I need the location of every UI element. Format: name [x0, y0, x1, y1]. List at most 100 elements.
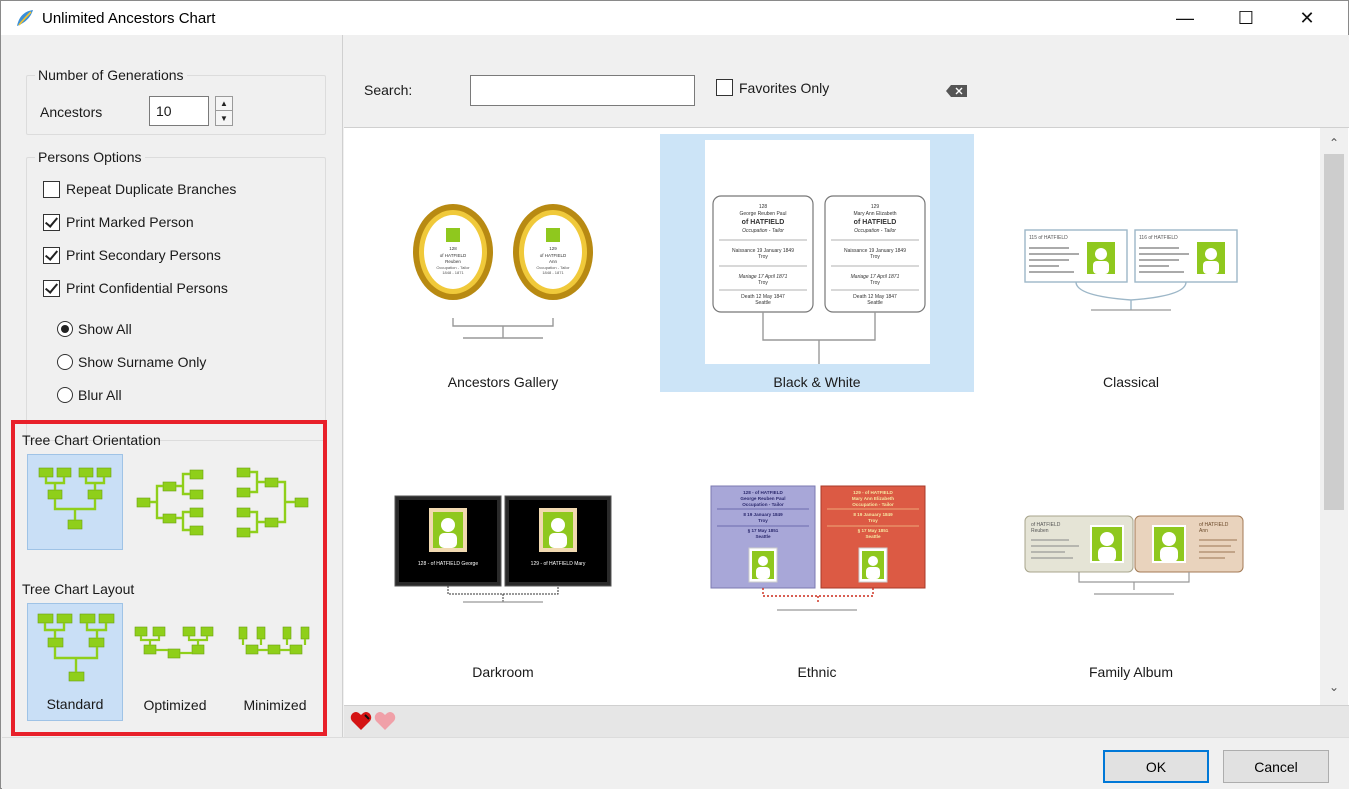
checkbox-box[interactable] [716, 79, 733, 96]
bw-left-line2: George Reuben Paul [740, 211, 787, 217]
bw-right-line8: Troy [870, 280, 880, 286]
standard-layout-icon [37, 613, 115, 682]
darkroom-right-caption: 129 - of HATFIELD Mary [531, 561, 586, 567]
ethnic-right-line5: Troy [868, 518, 878, 523]
radio-dot[interactable] [57, 354, 73, 370]
style-name: Classical [1102, 374, 1159, 390]
ethnic-left-line7: Seattle [755, 534, 771, 539]
ethnic-right-line2: Mary Ann Elizabeth [852, 496, 894, 501]
family-album-thumbnail: of HATFIELD Reuben of HATFIELD Ann [1024, 515, 1244, 595]
radio-dot[interactable] [57, 321, 73, 337]
style-tile-classical[interactable]: 115 of HATFIELD 116 of HATFIELD Classica… [974, 134, 1288, 392]
layout-title: Tree Chart Layout [22, 581, 135, 597]
minimize-button[interactable]: — [1162, 1, 1208, 35]
checkbox-label: Print Marked Person [66, 214, 194, 230]
classical-right-header: 116 of HATFIELD [1139, 235, 1178, 241]
checkbox-repeat-duplicate-branches[interactable]: Repeat Duplicate Branches [43, 178, 236, 200]
cancel-button[interactable]: Cancel [1223, 750, 1329, 783]
gallery-right-dates: 1848 - 1871 [542, 270, 564, 275]
clear-search-icon[interactable] [946, 85, 968, 97]
checkbox-print-secondary-persons[interactable]: Print Secondary Persons [43, 244, 221, 266]
ethnic-right-line3: Occupation - Tailor [852, 502, 894, 507]
close-button[interactable]: ✕ [1284, 1, 1330, 35]
checkbox-print-confidential-persons[interactable]: Print Confidential Persons [43, 277, 228, 299]
gallery-left-dates: 1848 - 1871 [442, 270, 464, 275]
checkbox-box[interactable] [43, 180, 60, 198]
radio-blur-all[interactable]: Blur All [57, 384, 122, 406]
checkbox-box[interactable] [43, 213, 60, 231]
persons-options-legend: Persons Options [35, 149, 145, 165]
gallery-right-given: Ann [549, 259, 558, 264]
layout-minimized[interactable]: Minimized [227, 603, 323, 721]
spin-down-icon[interactable]: ▼ [216, 111, 232, 125]
layout-standard-label: Standard [46, 696, 104, 712]
search-input[interactable] [470, 75, 695, 106]
orientation-horizontal-both[interactable] [127, 454, 223, 550]
bw-left-line10: Seattle [755, 300, 771, 306]
generations-legend: Number of Generations [35, 67, 187, 83]
style-tile-ancestors-gallery[interactable]: 128 of HATFIELD Reuben Occupation - Tail… [346, 134, 660, 392]
checkbox-print-marked-person[interactable]: Print Marked Person [43, 211, 194, 233]
spin-up-icon[interactable]: ▲ [216, 97, 232, 111]
gallery-scrollbar[interactable]: ⌃ ⌄ [1320, 128, 1348, 705]
checkbox-box[interactable] [43, 246, 60, 264]
ethnic-left-line6: § 17 May 1851 [748, 528, 779, 533]
search-label: Search: [364, 82, 413, 98]
style-tile-darkroom[interactable]: 128 - of HATFIELD George 129 - of HATFIE… [346, 424, 660, 682]
scroll-down-icon[interactable]: ⌄ [1320, 676, 1348, 698]
darkroom-left-caption: 128 - of HATFIELD George [418, 561, 478, 567]
ethnic-left-line3: Occupation - Tailor [742, 502, 784, 507]
style-tile-black-white[interactable]: 128 George Reuben Paul of HATFIELD Occup… [660, 134, 974, 392]
layout-minimized-label: Minimized [243, 697, 307, 713]
orientation-top-down[interactable] [27, 454, 123, 550]
radio-show-surname-only[interactable]: Show Surname Only [57, 351, 206, 373]
checkbox-box[interactable] [43, 279, 60, 297]
maximize-button[interactable]: ☐ [1223, 1, 1269, 35]
style-tile-ethnic[interactable]: 128 - of HATFIELD George Reuben Paul Occ… [660, 424, 974, 682]
album-left-given: Reuben [1031, 528, 1049, 534]
bw-left-line3: of HATFIELD [742, 219, 785, 226]
bw-right-line1: 129 [871, 204, 880, 210]
style-name: Ethnic [797, 664, 837, 680]
minimized-layout-icon [238, 626, 310, 655]
ancestors-count-input[interactable]: 10 [149, 96, 209, 126]
orientation-title: Tree Chart Orientation [22, 432, 161, 448]
radio-label: Show Surname Only [78, 354, 207, 370]
title-bar: Unlimited Ancestors Chart — ☐ ✕ [1, 1, 1348, 35]
gallery-left-given: Reuben [445, 259, 461, 264]
chart-style-gallery: 128 of HATFIELD Reuben Occupation - Tail… [344, 127, 1349, 705]
radio-show-all[interactable]: Show All [57, 318, 132, 340]
checkbox-label: Print Confidential Persons [66, 280, 228, 296]
optimized-layout-icon [134, 626, 214, 659]
gallery-left-surname: of HATFIELD [440, 253, 467, 258]
window-title: Unlimited Ancestors Chart [42, 10, 216, 27]
radio-dot[interactable] [57, 387, 73, 403]
ethnic-left-line1: 128 - of HATFIELD [743, 490, 783, 495]
ancestors-stepper[interactable]: ▲ ▼ [215, 96, 233, 126]
unlimited-ancestors-chart-dialog: Unlimited Ancestors Chart — ☐ ✕ Number o… [0, 0, 1349, 789]
ethnic-right-line4: 8 19 January 1849 [853, 512, 893, 517]
radio-label: Show All [78, 321, 132, 337]
bw-left-line1: 128 [759, 204, 768, 210]
scrollbar-thumb[interactable] [1324, 154, 1344, 510]
ancestors-gallery-thumbnail: 128 of HATFIELD Reuben Occupation - Tail… [413, 204, 593, 339]
style-name: Family Album [1088, 664, 1174, 680]
ethnic-left-line4: 8 19 January 1849 [743, 512, 783, 517]
ok-button[interactable]: OK [1103, 750, 1209, 783]
style-name: Darkroom [472, 664, 534, 680]
layout-optimized[interactable]: Optimized [127, 603, 223, 721]
favorites-only-checkbox[interactable]: Favorites Only [716, 79, 829, 96]
checkbox-label: Repeat Duplicate Branches [66, 181, 237, 197]
classical-thumbnail: 115 of HATFIELD 116 of HATFIELD [1024, 229, 1238, 311]
persons-options-group: Persons Options Repeat Duplicate Branche… [26, 149, 326, 441]
add-favorite-heart-icon[interactable] [350, 711, 372, 731]
checkbox-label: Print Secondary Persons [66, 247, 221, 263]
orientation-left-to-right[interactable] [227, 454, 323, 550]
layout-standard[interactable]: Standard [27, 603, 123, 721]
scroll-up-icon[interactable]: ⌃ [1320, 132, 1348, 154]
remove-favorite-heart-icon[interactable] [374, 711, 396, 731]
style-tile-family-album[interactable]: of HATFIELD Reuben of HATFIELD Ann Famil… [974, 424, 1288, 682]
bw-left-line6: Troy [758, 254, 768, 260]
ethnic-thumbnail: 128 - of HATFIELD George Reuben Paul Occ… [710, 485, 926, 611]
style-name: Black & White [773, 374, 861, 390]
